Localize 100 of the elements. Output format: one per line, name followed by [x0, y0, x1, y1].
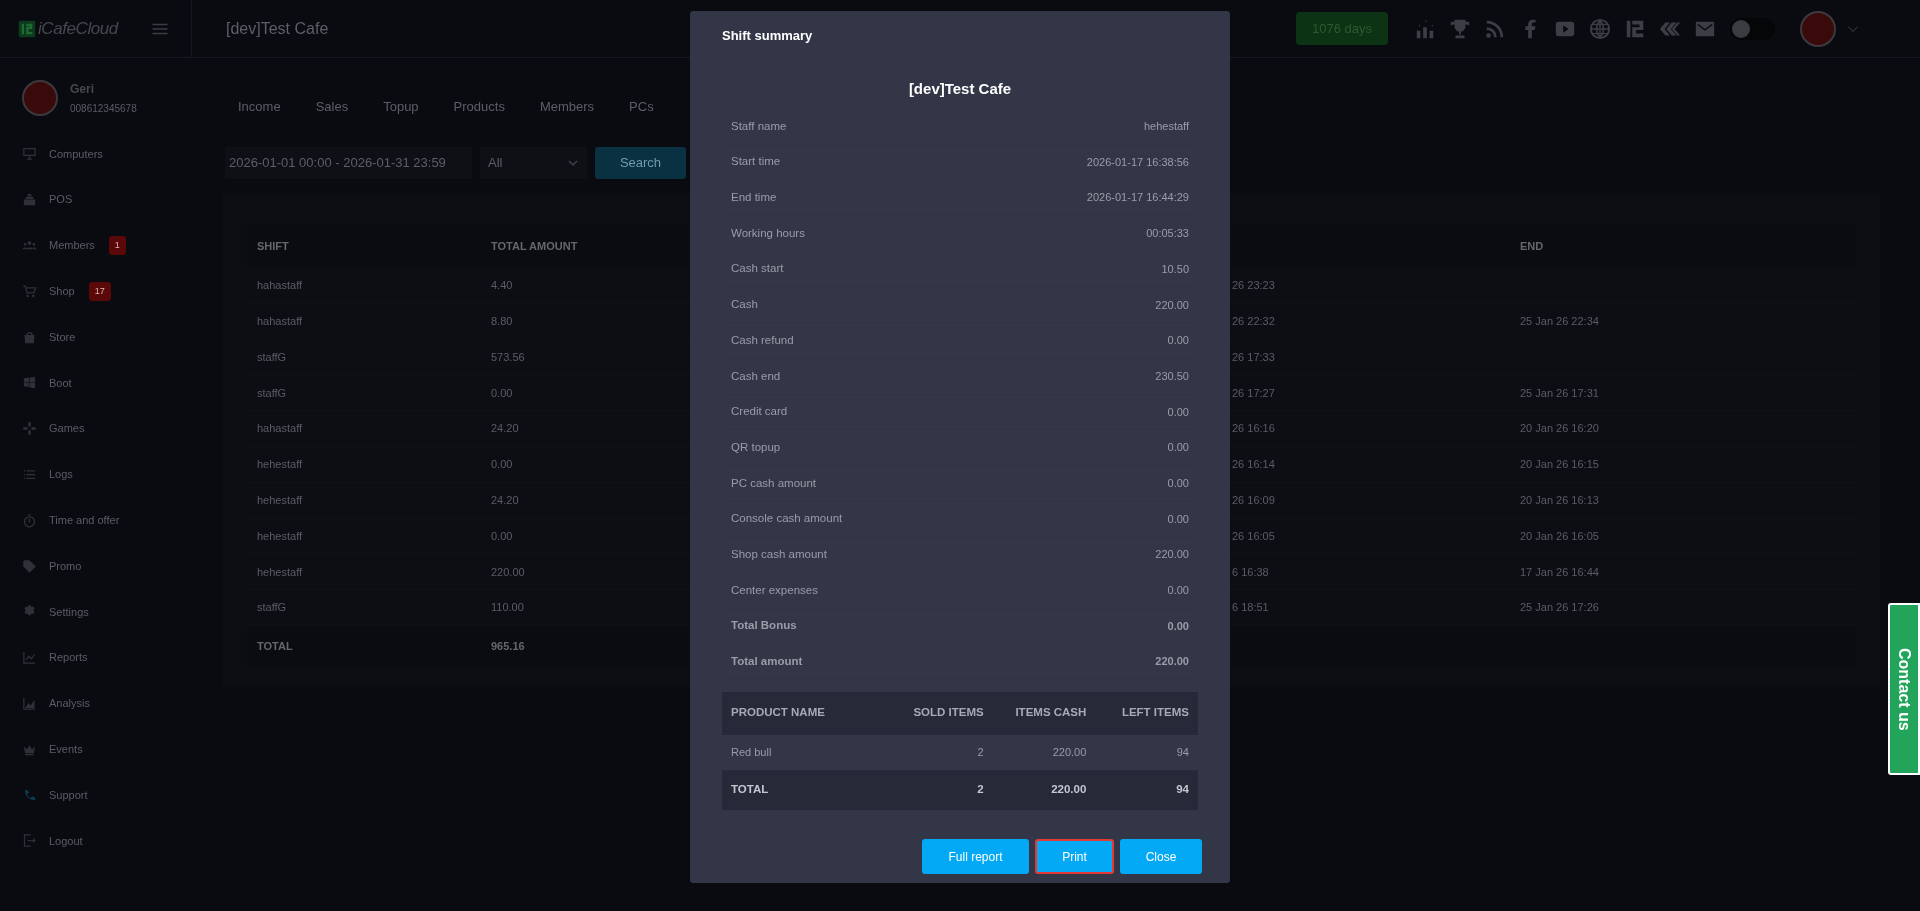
cart-icon [22, 283, 37, 299]
column-header: TOTAL AMOUNT [491, 239, 578, 255]
sidebar-item[interactable]: Members 1 [22, 222, 192, 269]
summary-value: 220.00 [1155, 654, 1189, 670]
date-range-field[interactable]: 2026-01-01 00:00 - 2026-01-31 23:59 [225, 147, 472, 179]
summary-value: 10.50 [1161, 261, 1189, 277]
sidebar-item[interactable]: Boot [22, 360, 192, 406]
table-cell-text: staffG [257, 600, 287, 616]
sidebar-label: Logs [49, 467, 73, 483]
sidebar-label: POS [49, 192, 73, 208]
sidebar-label: Events [49, 742, 83, 757]
table-cell-text: 0.00 [491, 457, 513, 473]
table-cell-text: 25 Jan 26 22:34 [1520, 313, 1599, 329]
sidebar-label: Boot [49, 375, 72, 391]
table-cell-text: 24.20 [491, 492, 519, 508]
table-cell-text: hehestaff [257, 528, 303, 544]
sidebar-item[interactable]: POS [22, 176, 192, 223]
table-cell-text: 26 17:33 [1232, 349, 1275, 365]
dialog-button[interactable]: Close [1120, 839, 1202, 874]
theme-toggle[interactable] [1730, 17, 1775, 40]
globe-icon[interactable] [1589, 17, 1611, 40]
table-cell-text: hehestaff [257, 492, 303, 508]
table-cell-text: 6 16:38 [1232, 564, 1269, 580]
windows-icon [22, 375, 37, 391]
table-cell-text: 94 [1175, 782, 1189, 798]
count-badge: 17 [88, 281, 111, 302]
sidebar-label: Logout [49, 833, 83, 849]
sidebar-item[interactable]: Support [22, 772, 192, 818]
summary-value: 0.00 [1167, 404, 1189, 420]
summary-label: Cash start [731, 261, 784, 277]
table-cell-text: 0.00 [491, 385, 513, 401]
summary-label: Cash end [731, 368, 781, 384]
table-cell-text: 26 16:09 [1232, 492, 1275, 508]
table-cell-text: hahastaff [257, 421, 303, 437]
table-cell-text: 0.00 [491, 528, 513, 544]
report-tab[interactable]: Members [538, 97, 596, 117]
table-cell-text: 2 [976, 745, 984, 761]
table-cell-text: 20 Jan 26 16:13 [1520, 492, 1599, 508]
sidebar-label: Store [49, 329, 76, 345]
table-cell-text: 17 Jan 26 16:44 [1520, 564, 1599, 580]
sidebar-item[interactable]: Store [22, 314, 192, 360]
sidebar-label: Time and offer [49, 513, 120, 528]
chevron-down-icon [567, 157, 579, 169]
summary-label: PC cash amount [731, 475, 816, 491]
summary-value: 0.00 [1167, 333, 1189, 349]
report-tab[interactable]: Sales [314, 97, 350, 117]
table-cell-text: hehestaff [257, 564, 303, 580]
sidebar-item[interactable]: Logout [22, 817, 192, 864]
summary-label: Start time [731, 154, 781, 170]
summary-value: 0.00 [1167, 511, 1189, 527]
type-select[interactable]: All [480, 147, 587, 179]
table-cell-text: TOTAL [731, 782, 770, 798]
gamepad-icon [22, 421, 37, 437]
summary-value: 2026-01-17 16:44:29 [1086, 190, 1189, 206]
table-cell-text: 26 22:32 [1232, 313, 1275, 329]
table-cell-text: 220.00 [1051, 745, 1087, 761]
sidebar-label: Reports [49, 650, 88, 666]
search-button[interactable]: Search [595, 147, 686, 179]
summary-value: 230.50 [1155, 368, 1189, 384]
table-cell-text: 220.00 [1050, 782, 1087, 798]
sidebar-item[interactable]: Analysis [22, 680, 192, 727]
avatar[interactable] [1800, 10, 1836, 47]
trophy-icon[interactable] [1449, 17, 1471, 40]
area-chart-icon [22, 695, 37, 711]
sidebar-label: Shop [49, 284, 75, 300]
sidebar-item[interactable]: Time and offer [22, 497, 192, 544]
column-header: SOLD ITEMS [912, 705, 984, 721]
user-name: Geri [70, 81, 95, 98]
report-tab[interactable]: Topup [382, 97, 420, 117]
table-cell-text: hehestaff [257, 457, 303, 473]
monitor-icon [22, 146, 37, 162]
report-tab[interactable]: Income [237, 97, 282, 117]
table-cell-text: 24.20 [491, 421, 519, 437]
sidebar-item[interactable]: Computers [22, 131, 192, 177]
summary-label: Cash [731, 297, 758, 313]
sidebar-item[interactable]: Logs [22, 451, 192, 498]
report-tab[interactable]: Products [452, 97, 506, 117]
sidebar-item[interactable]: Events [22, 726, 192, 773]
dialog-button[interactable]: Full report [922, 839, 1029, 874]
summary-value: hehestaff [1143, 119, 1189, 135]
avatar [22, 80, 58, 116]
dialog-button[interactable]: Print [1035, 839, 1114, 874]
tag-icon [22, 558, 37, 574]
column-header: ITEMS CASH [1014, 705, 1087, 721]
sidebar-item[interactable]: Promo [22, 543, 192, 589]
contact-us-button[interactable]: Contact us [1888, 603, 1920, 775]
table-cell-text: 94 [1175, 745, 1189, 761]
summary-value: 220.00 [1155, 547, 1189, 563]
sidebar-item[interactable]: Settings [22, 588, 192, 635]
table-cell-text: 20 Jan 26 16:05 [1520, 528, 1599, 544]
summary-value: 0.00 [1167, 583, 1189, 599]
table-cell-text: 25 Jan 26 17:26 [1520, 600, 1599, 616]
sidebar-item[interactable]: Games [22, 405, 192, 452]
summary-value: 0.00 [1167, 475, 1189, 491]
report-tab[interactable]: PCs [628, 97, 655, 117]
table-cell-text: 26 16:16 [1232, 421, 1275, 437]
sidebar-item[interactable]: Shop 17 [22, 268, 192, 315]
sidebar-item[interactable]: Reports [22, 634, 192, 681]
table-cell-text: 4.40 [491, 278, 513, 294]
logo-text: iCafeCloud [38, 17, 118, 40]
